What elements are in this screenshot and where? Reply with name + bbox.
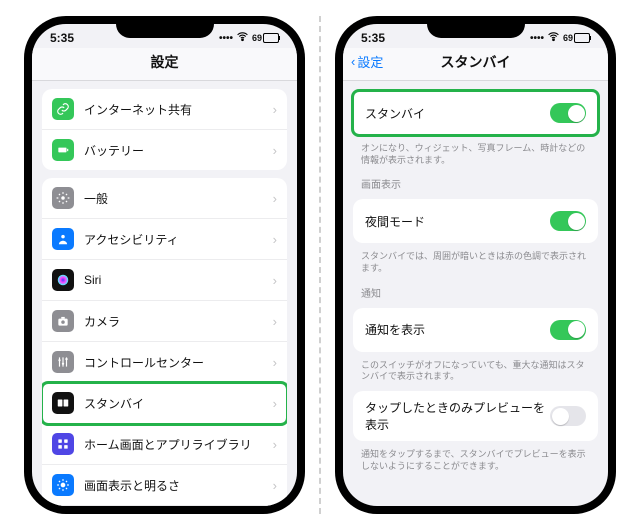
notch (427, 16, 525, 38)
row-label: ホーム画面とアプリライブラリ (84, 436, 273, 453)
battery-icon: 69 (252, 33, 279, 43)
night-mode-switch[interactable] (550, 211, 586, 231)
camera-icon (52, 310, 74, 332)
person-icon (52, 228, 74, 250)
show-notif-row[interactable]: 通知を表示 (353, 308, 598, 352)
night-mode-group: 夜間モード (353, 199, 598, 243)
row-label: スタンバイ (84, 395, 273, 412)
standby-settings[interactable]: スタンバイ オンになり、ウィジェット、写真フレーム、時計などの情報が表示されます… (343, 81, 608, 506)
tap-preview-group: タップしたときのみプレビューを表示 (353, 391, 598, 441)
show-notif-switch[interactable] (550, 320, 586, 340)
link-icon (52, 98, 74, 120)
chevron-right-icon: › (273, 273, 277, 288)
notch (116, 16, 214, 38)
settings-row-accessibility[interactable]: アクセシビリティ› (42, 219, 287, 260)
row-label: バッテリー (84, 142, 273, 159)
row-label: Siri (84, 273, 273, 287)
settings-row-control-center[interactable]: コントロールセンター› (42, 342, 287, 383)
back-button[interactable]: ‹ 設定 (351, 52, 383, 71)
row-label: コントロールセンター (84, 354, 273, 371)
settings-row-battery[interactable]: バッテリー› (42, 130, 287, 170)
settings-row-standby[interactable]: スタンバイ› (42, 383, 287, 424)
page-title: スタンバイ (441, 54, 511, 70)
screen-right: 5:35 •••• 69 ‹ 設定 スタンバイ スタンバイ (343, 24, 608, 506)
screen-left: 5:35 •••• 69 設定 インターネット共有›バッテリー› 一般›アクセシ… (32, 24, 297, 506)
settings-row-display[interactable]: 画面表示と明るさ› (42, 465, 287, 506)
chevron-right-icon: › (273, 232, 277, 247)
chevron-left-icon: ‹ (351, 54, 355, 69)
show-notif-footer: このスイッチがオフになっていても、重大な通知はスタンバイで表示されます。 (361, 360, 590, 383)
row-label: カメラ (84, 313, 273, 330)
settings-row-siri[interactable]: Siri› (42, 260, 287, 301)
status-time: 5:35 (361, 31, 385, 45)
page-title: 設定 (151, 54, 179, 70)
settings-row-camera[interactable]: カメラ› (42, 301, 287, 342)
notif-header: 通知 (361, 285, 590, 300)
standby-icon (52, 392, 74, 414)
tap-preview-label: タップしたときのみプレビューを表示 (365, 399, 550, 433)
wifi-icon (236, 30, 249, 46)
settings-row-internet-share[interactable]: インターネット共有› (42, 89, 287, 130)
show-notif-label: 通知を表示 (365, 321, 550, 338)
tap-preview-footer: 通知をタップするまで、スタンバイでプレビューを表示しないようにすることができます… (361, 449, 590, 472)
night-mode-footer: スタンバイでは、周囲が暗いときは赤の色調で表示されます。 (361, 251, 590, 274)
standby-footer: オンになり、ウィジェット、写真フレーム、時計などの情報が表示されます。 (361, 143, 590, 166)
standby-row-group: スタンバイ (353, 91, 598, 135)
settings-list[interactable]: インターネット共有›バッテリー› 一般›アクセシビリティ›Siri›カメラ›コン… (32, 81, 297, 506)
chevron-right-icon: › (273, 437, 277, 452)
battery-icon (52, 139, 74, 161)
grid-icon (52, 433, 74, 455)
display-header: 画面表示 (361, 176, 590, 191)
back-label: 設定 (357, 52, 383, 71)
siri-icon (52, 269, 74, 291)
chevron-right-icon: › (273, 396, 277, 411)
row-label: インターネット共有 (84, 101, 273, 118)
standby-switch[interactable] (550, 103, 586, 123)
row-label: 画面表示と明るさ (84, 477, 273, 494)
sliders-icon (52, 351, 74, 373)
gear-icon (52, 187, 74, 209)
signal-icon: •••• (219, 33, 233, 44)
wifi-icon (547, 30, 560, 46)
navbar-right: ‹ 設定 スタンバイ (343, 48, 608, 81)
navbar-left: 設定 (32, 48, 297, 81)
chevron-right-icon: › (273, 314, 277, 329)
show-notif-group: 通知を表示 (353, 308, 598, 352)
chevron-right-icon: › (273, 191, 277, 206)
sun-icon (52, 474, 74, 496)
group-b: 一般›アクセシビリティ›Siri›カメラ›コントロールセンター›スタンバイ›ホー… (42, 178, 287, 506)
chevron-right-icon: › (273, 143, 277, 158)
row-label: 一般 (84, 190, 273, 207)
battery-icon: 69 (563, 33, 590, 43)
chevron-right-icon: › (273, 355, 277, 370)
signal-icon: •••• (530, 33, 544, 44)
phone-left: 5:35 •••• 69 設定 インターネット共有›バッテリー› 一般›アクセシ… (24, 16, 305, 514)
status-time: 5:35 (50, 31, 74, 45)
night-mode-label: 夜間モード (365, 213, 550, 230)
phone-right: 5:35 •••• 69 ‹ 設定 スタンバイ スタンバイ (335, 16, 616, 514)
night-mode-row[interactable]: 夜間モード (353, 199, 598, 243)
divider (319, 16, 321, 514)
settings-row-home-screen[interactable]: ホーム画面とアプリライブラリ› (42, 424, 287, 465)
standby-label: スタンバイ (365, 105, 550, 122)
standby-toggle-row[interactable]: スタンバイ (353, 91, 598, 135)
row-label: アクセシビリティ (84, 231, 273, 248)
settings-row-general[interactable]: 一般› (42, 178, 287, 219)
tap-preview-switch[interactable] (550, 406, 586, 426)
chevron-right-icon: › (273, 102, 277, 117)
chevron-right-icon: › (273, 478, 277, 493)
tap-preview-row[interactable]: タップしたときのみプレビューを表示 (353, 391, 598, 441)
group-a: インターネット共有›バッテリー› (42, 89, 287, 170)
